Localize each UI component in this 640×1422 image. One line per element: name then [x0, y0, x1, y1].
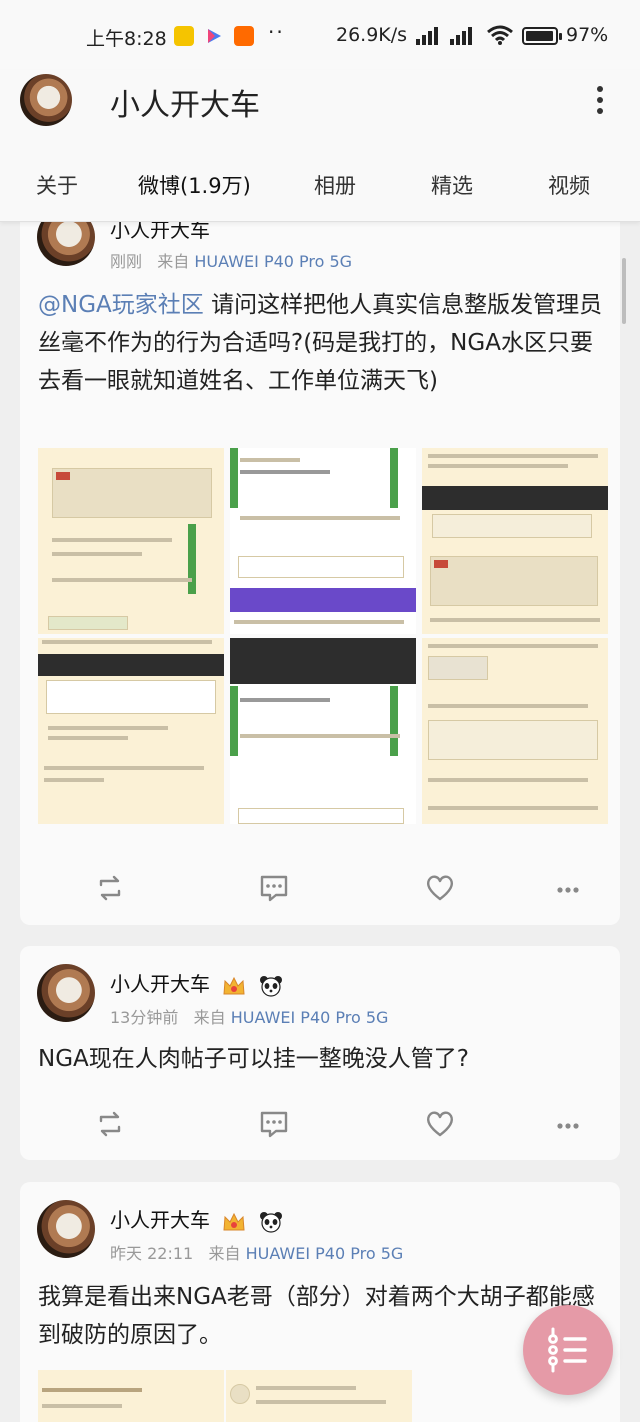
post-source-prefix: 来自 [157, 252, 190, 271]
post-card[interactable]: 小人开大车 刚刚 来自 HUAWEI P40 Pro 5G @NGA玩家社区 请… [20, 206, 620, 925]
post-avatar[interactable] [37, 964, 95, 1022]
post-actions [20, 868, 620, 908]
post-image-1[interactable] [38, 1370, 224, 1422]
post-author[interactable]: 小人开大车 [110, 1204, 283, 1233]
battery-percent: 97% [566, 24, 609, 46]
more-menu-icon[interactable] [588, 82, 612, 118]
scroll-indicator[interactable] [622, 258, 626, 324]
post-image-5[interactable] [230, 638, 416, 824]
comment-icon[interactable] [254, 1104, 294, 1144]
post-source-prefix: 来自 [208, 1244, 241, 1263]
mi-app-icon [234, 26, 254, 46]
post-author-name: 小人开大车 [110, 972, 210, 996]
post-meta: 13分钟前 来自 HUAWEI P40 Pro 5G [110, 1004, 388, 1028]
post-meta: 刚刚 来自 HUAWEI P40 Pro 5G [110, 248, 352, 272]
repost-icon[interactable] [90, 1104, 130, 1144]
tab-about[interactable]: 关于 [36, 170, 78, 200]
panda-icon [259, 975, 283, 997]
post-time: 昨天 22:11 [110, 1244, 194, 1263]
app-notification-icon [174, 26, 194, 46]
mention-link[interactable]: @NGA玩家社区 [38, 292, 204, 318]
post-image-3[interactable] [422, 448, 608, 634]
post-avatar[interactable] [37, 1200, 95, 1258]
tab-weibo[interactable]: 微博(1.9万) [138, 170, 251, 200]
post-text: @NGA玩家社区 请问这样把他人真实信息整版发管理员丝毫不作为的行为合适吗?(码… [38, 286, 606, 400]
status-time: 上午8:28 [86, 28, 167, 50]
more-notifications-icon: ·· [268, 20, 285, 44]
battery-icon [522, 27, 562, 45]
post-device[interactable]: HUAWEI P40 Pro 5G [231, 1008, 389, 1027]
post-source-prefix: 来自 [193, 1008, 226, 1027]
vip-crown-icon [222, 975, 246, 997]
comment-icon[interactable] [254, 868, 294, 908]
signal-icon-2 [450, 27, 474, 45]
list-icon [548, 1327, 587, 1373]
post-author-name: 小人开大车 [110, 1208, 210, 1232]
post-device[interactable]: HUAWEI P40 Pro 5G [246, 1244, 404, 1263]
more-icon[interactable] [548, 1104, 588, 1144]
post-image-6[interactable] [422, 638, 608, 824]
floating-list-button[interactable] [523, 1305, 613, 1395]
wifi-icon [486, 24, 514, 51]
post-image-grid [38, 448, 608, 824]
more-icon[interactable] [548, 868, 588, 908]
panda-icon [259, 1211, 283, 1233]
network-speed: 26.9K/s [336, 24, 408, 46]
signal-icon-1 [416, 27, 440, 45]
tab-featured[interactable]: 精选 [431, 170, 473, 200]
post-actions [20, 1104, 620, 1144]
repost-icon[interactable] [90, 868, 130, 908]
tab-album[interactable]: 相册 [314, 170, 356, 200]
post-image-4[interactable] [38, 638, 224, 824]
like-icon[interactable] [420, 1104, 460, 1144]
status-bar: 上午8:28 ·· 26.9K/s 97% [0, 0, 640, 70]
vip-crown-icon [222, 1211, 246, 1233]
post-text: 我算是看出来NGA老哥（部分）对着两个大胡子都能感到破防的原因了。 [38, 1284, 595, 1348]
post-time: 13分钟前 [110, 1008, 179, 1027]
profile-header: 小人开大车 关于 微博(1.9万) 相册 精选 视频 [0, 70, 640, 222]
video-app-icon [204, 26, 224, 46]
post-image-1[interactable] [38, 448, 224, 634]
post-image-2[interactable] [226, 1370, 412, 1422]
like-icon[interactable] [420, 868, 460, 908]
post-author[interactable]: 小人开大车 [110, 968, 283, 997]
profile-tabs: 关于 微博(1.9万) 相册 精选 视频 [0, 170, 640, 200]
post-image-2[interactable] [230, 448, 416, 634]
post-meta: 昨天 22:11 来自 HUAWEI P40 Pro 5G [110, 1240, 403, 1264]
post-card[interactable]: 小人开大车 13分钟前 来自 HUAWEI P40 Pro 5G NGA现在人肉… [20, 946, 620, 1160]
post-text: NGA现在人肉帖子可以挂一整晚没人管了? [38, 1046, 469, 1072]
profile-title: 小人开大车 [110, 88, 260, 123]
profile-avatar[interactable] [20, 74, 72, 126]
post-device[interactable]: HUAWEI P40 Pro 5G [194, 252, 352, 271]
post-time: 刚刚 [110, 252, 143, 271]
tab-video[interactable]: 视频 [548, 170, 590, 200]
